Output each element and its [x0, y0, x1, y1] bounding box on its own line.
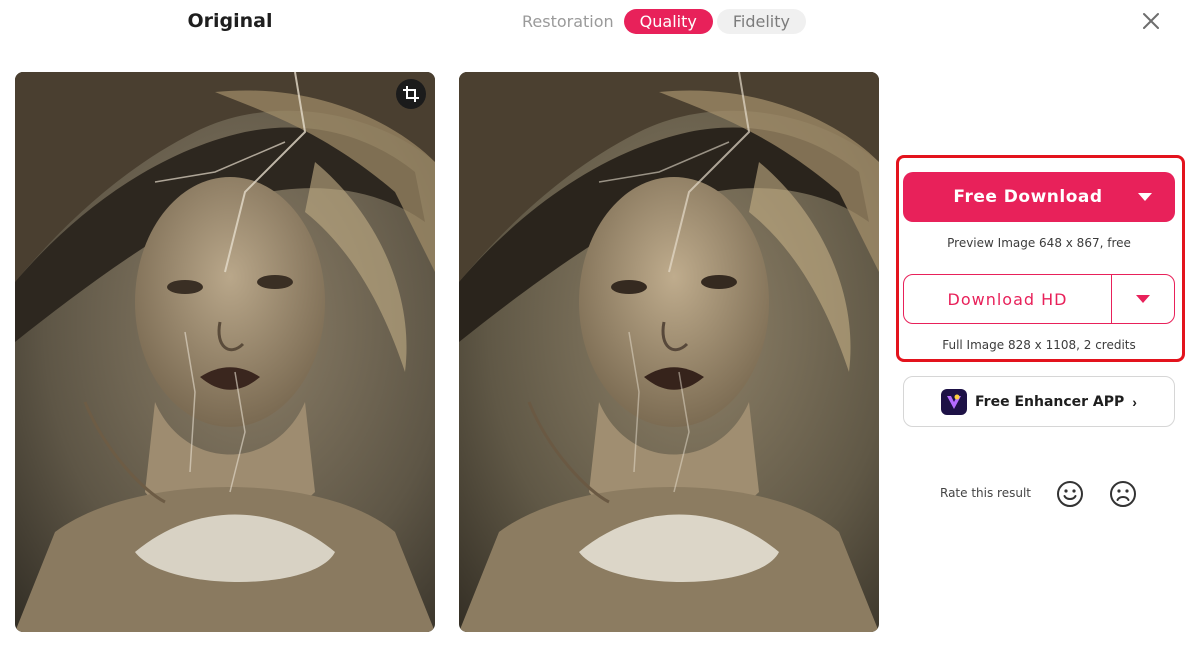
download-hd-button[interactable]: Download HD [903, 274, 1175, 324]
tab-fidelity[interactable]: Fidelity [716, 9, 806, 34]
free-enhancer-app-label: Free Enhancer APP [975, 393, 1125, 410]
sad-face-icon[interactable] [1109, 480, 1137, 508]
happy-face-icon[interactable] [1056, 480, 1084, 508]
full-image-info: Full Image 828 x 1108, 2 credits [942, 338, 1136, 352]
free-enhancer-app-button[interactable]: Free Enhancer APP › [903, 376, 1175, 427]
preview-image-info: Preview Image 648 x 867, free [947, 236, 1131, 250]
app-logo-icon [941, 388, 968, 415]
chevron-down-icon[interactable] [1112, 275, 1174, 323]
chevron-down-icon[interactable] [1115, 172, 1175, 222]
free-download-button[interactable]: Free Download [903, 172, 1175, 222]
download-hd-label: Download HD [904, 275, 1112, 323]
tab-restoration[interactable]: Restoration [516, 9, 620, 34]
rate-result-label: Rate this result [940, 486, 1031, 500]
tab-quality[interactable]: Quality [623, 9, 713, 34]
original-title: Original [187, 10, 273, 32]
chevron-right-icon: › [1132, 393, 1137, 410]
original-photo [15, 72, 435, 632]
free-download-label: Free Download [953, 187, 1103, 207]
enhanced-photo [459, 72, 879, 632]
enhancer-result-page: Original Restoration Quality Fidelity Fr… [0, 0, 1186, 648]
close-icon[interactable] [1138, 8, 1164, 34]
crop-icon[interactable] [396, 79, 426, 109]
mode-tabs: Restoration Quality Fidelity [516, 9, 806, 34]
